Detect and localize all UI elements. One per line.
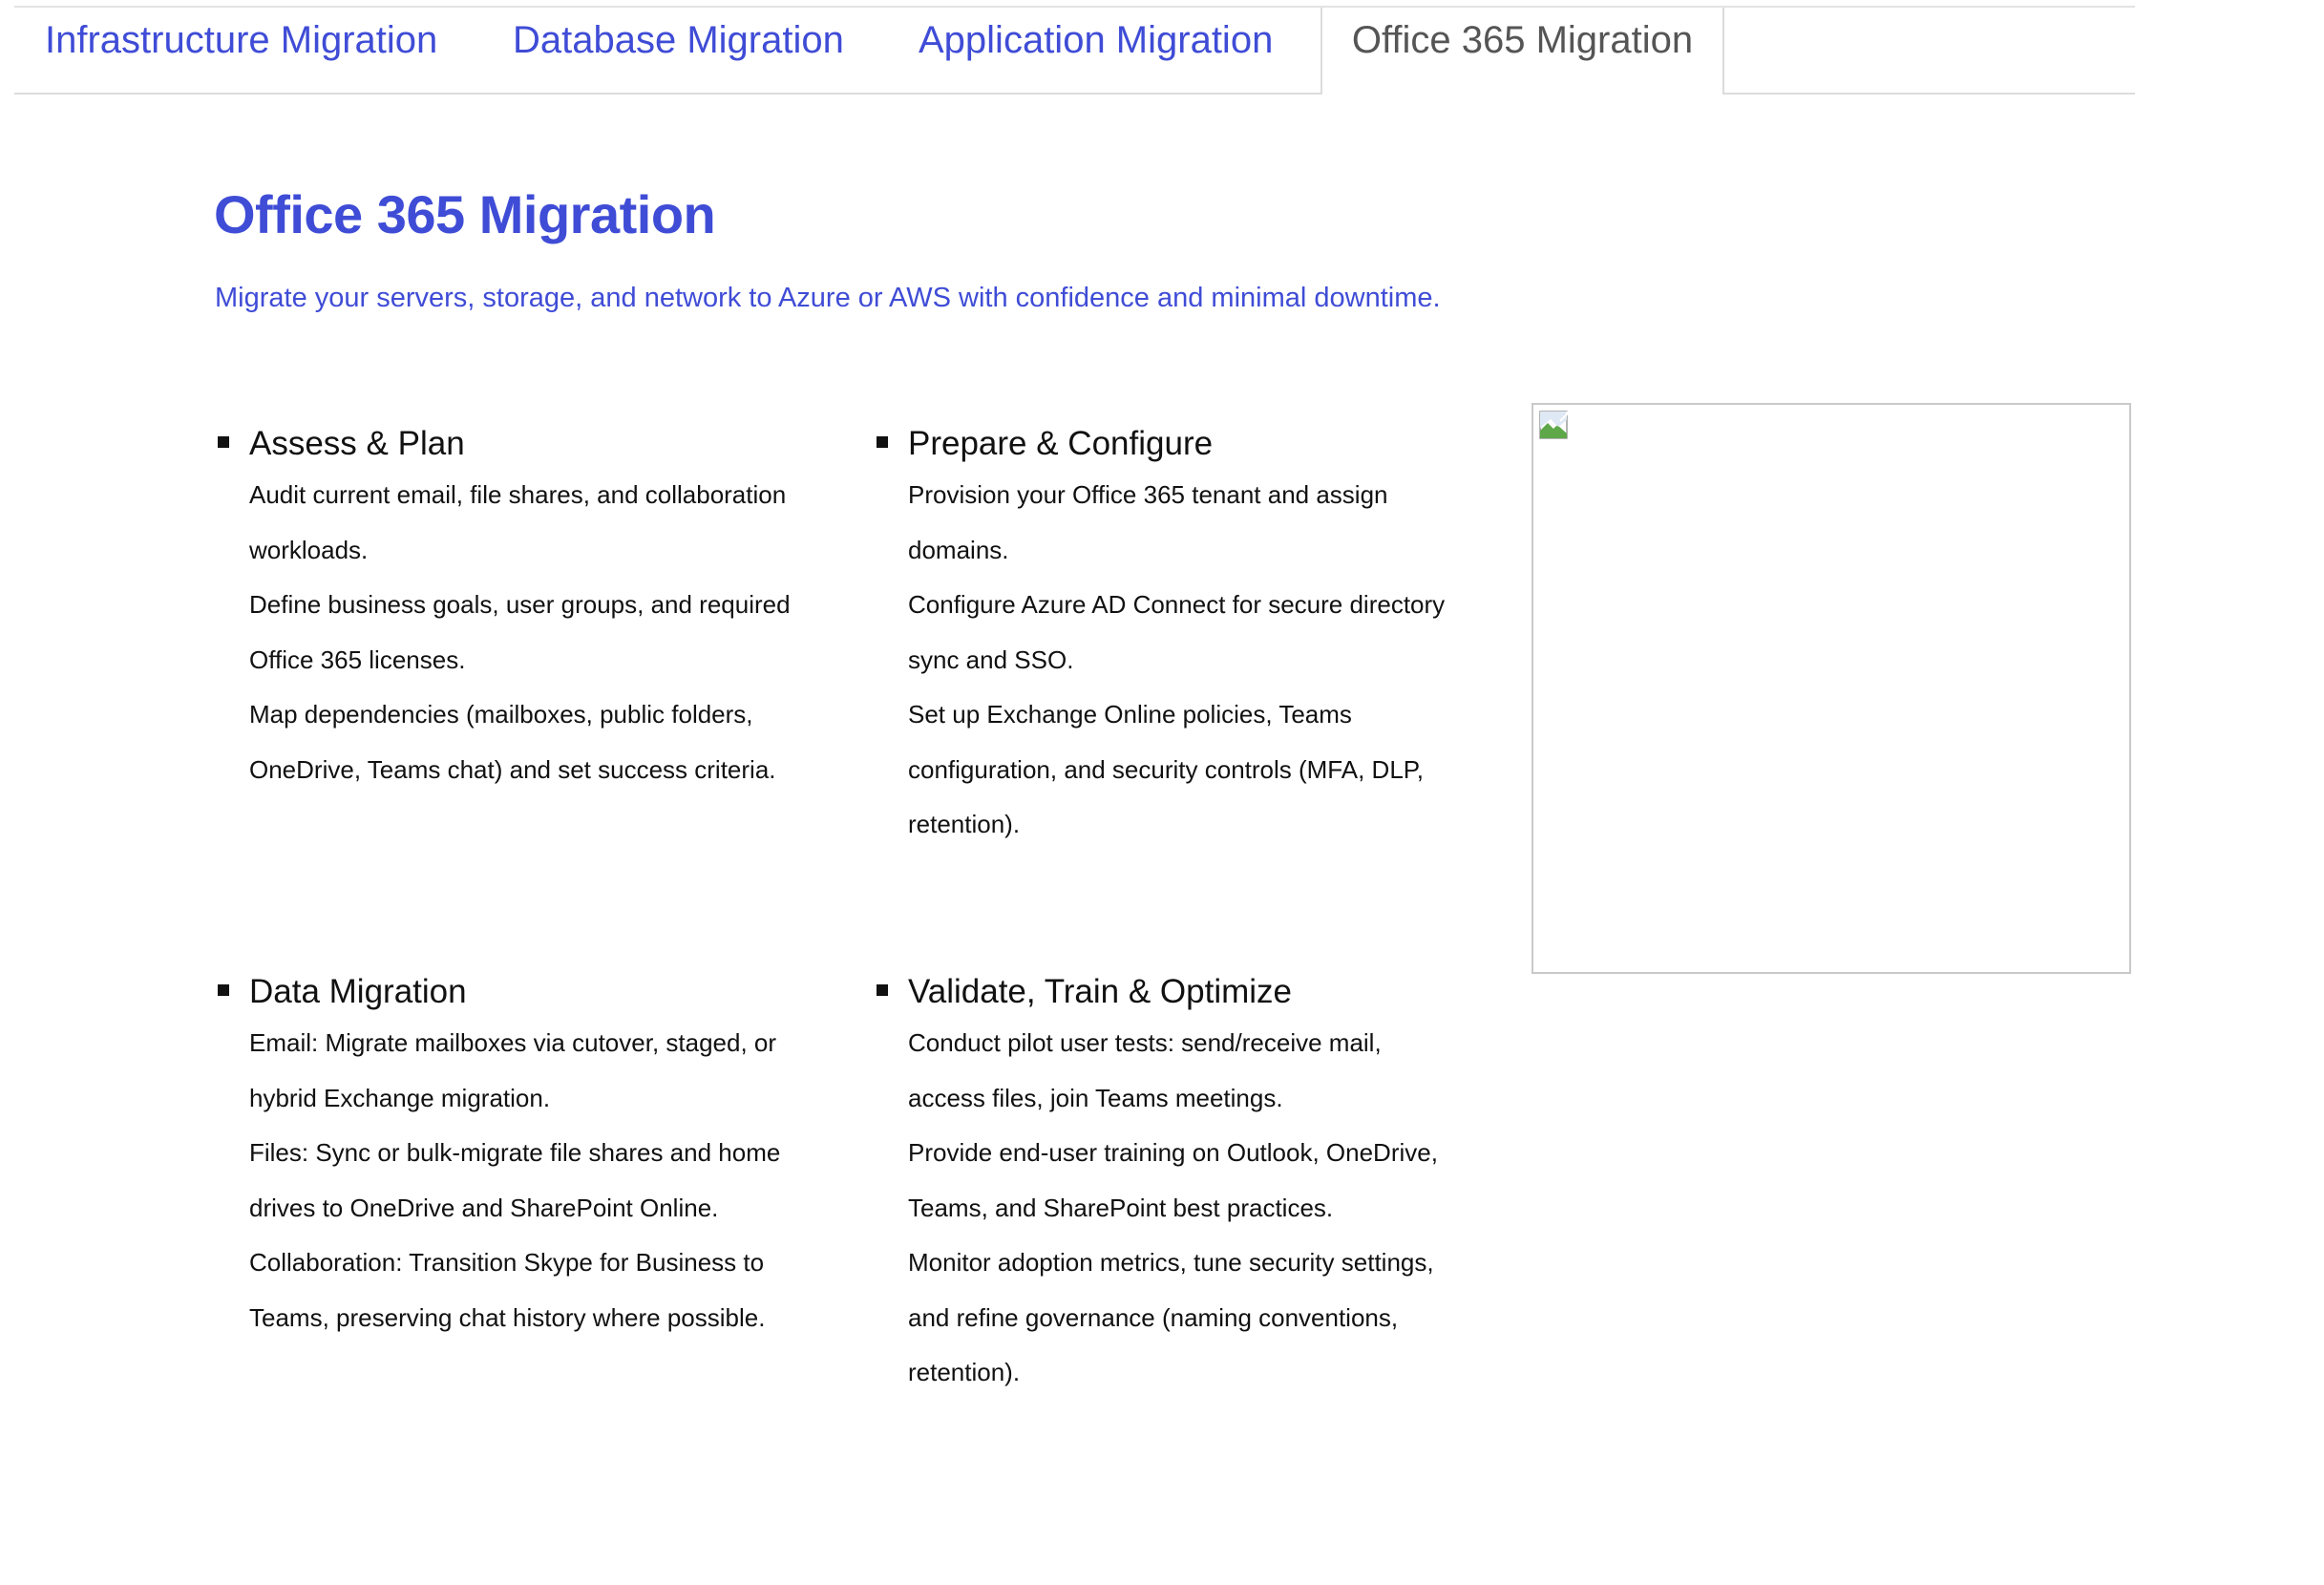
step-list: Audit current email, file shares, and co… — [214, 468, 806, 797]
list-item: Configure Azure AD Connect for secure di… — [908, 590, 1446, 674]
list-item: Collaboration: Transition Skype for Busi… — [249, 1248, 766, 1332]
square-bullet-icon — [218, 436, 229, 448]
list-item: Conduct pilot user tests: send/receive m… — [908, 1028, 1382, 1112]
list-item: Provide end-user training on Outlook, On… — [908, 1138, 1438, 1222]
step-list: Provision your Office 365 tenant and ass… — [873, 468, 1465, 853]
step-header: Prepare & Configure — [873, 420, 1465, 468]
step-header: Assess & Plan — [214, 420, 806, 468]
step-title: Data Migration — [249, 973, 467, 1010]
square-bullet-icon — [218, 984, 229, 996]
page-title: Office 365 Migration — [214, 184, 716, 244]
migration-tab-bar: Infrastructure Migration Database Migrat… — [14, 6, 2135, 95]
list-item: Files: Sync or bulk-migrate file shares … — [249, 1138, 781, 1222]
list-item: Map dependencies (mailboxes, public fold… — [249, 700, 776, 784]
step-validate-train-optimize: Validate, Train & Optimize Conduct pilot… — [873, 968, 1465, 1401]
list-item: Audit current email, file shares, and co… — [249, 480, 787, 564]
step-header: Validate, Train & Optimize — [873, 968, 1465, 1016]
page-subtitle: Migrate your servers, storage, and netwo… — [215, 283, 1441, 313]
square-bullet-icon — [877, 984, 888, 996]
list-item: Email: Migrate mailboxes via cutover, st… — [249, 1028, 777, 1112]
step-data-migration: Data Migration Email: Migrate mailboxes … — [214, 968, 806, 1345]
step-list: Conduct pilot user tests: send/receive m… — [873, 1016, 1465, 1401]
illustration-image — [1532, 403, 2131, 974]
step-title: Assess & Plan — [249, 425, 465, 462]
step-header: Data Migration — [214, 968, 806, 1016]
tab-infrastructure-migration[interactable]: Infrastructure Migration — [45, 8, 437, 93]
list-item: Monitor adoption metrics, tune security … — [908, 1248, 1434, 1386]
broken-image-icon — [1539, 411, 1568, 439]
step-prepare-configure: Prepare & Configure Provision your Offic… — [873, 420, 1465, 853]
step-title: Validate, Train & Optimize — [908, 973, 1293, 1010]
list-item: Provision your Office 365 tenant and ass… — [908, 480, 1388, 564]
square-bullet-icon — [877, 436, 888, 448]
step-title: Prepare & Configure — [908, 425, 1214, 462]
tab-database-migration[interactable]: Database Migration — [513, 8, 844, 93]
step-assess-plan: Assess & Plan Audit current email, file … — [214, 420, 806, 797]
tab-application-migration[interactable]: Application Migration — [919, 8, 1273, 93]
tab-office-365-migration[interactable]: Office 365 Migration — [1320, 8, 1724, 95]
list-item: Define business goals, user groups, and … — [249, 590, 791, 674]
step-list: Email: Migrate mailboxes via cutover, st… — [214, 1016, 806, 1345]
list-item: Set up Exchange Online policies, Teams c… — [908, 700, 1424, 838]
